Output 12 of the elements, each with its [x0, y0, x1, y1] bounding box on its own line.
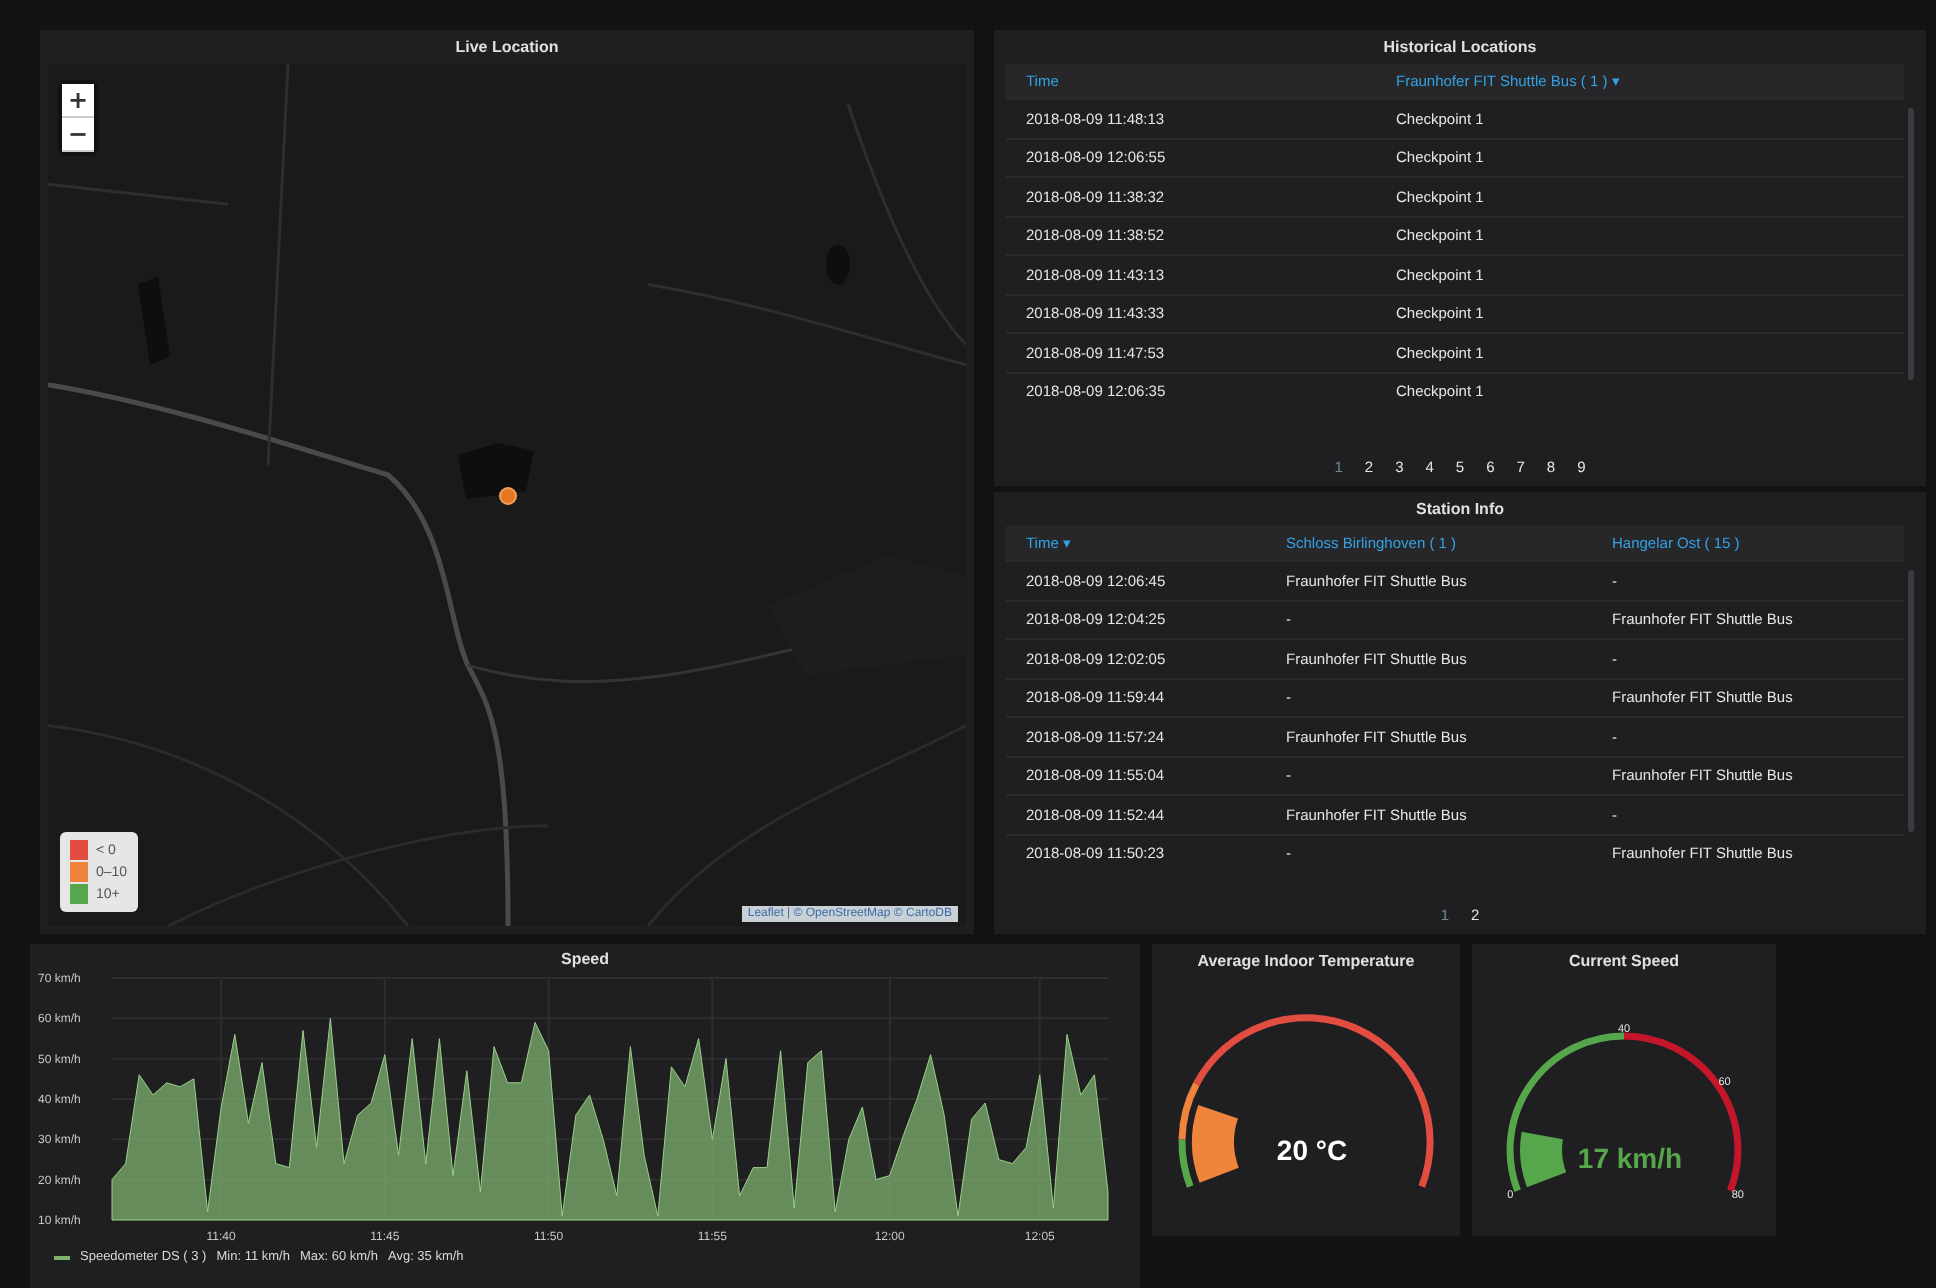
- panel-title: Historical Locations: [1383, 36, 1537, 60]
- panel-title: Speed: [560, 948, 609, 970]
- panel-title: Average Indoor Temperature: [1197, 950, 1415, 974]
- panel-title: Current Speed: [1568, 950, 1680, 974]
- panel-title: Station Info: [1416, 498, 1504, 522]
- panel-title: Live Location: [455, 36, 559, 60]
- map-marker-icon: [498, 486, 518, 506]
- gauge-value: 17 km/h: [1577, 1142, 1683, 1174]
- gauge-value: 20 °C: [1276, 1134, 1348, 1166]
- gauge-fill: [1520, 1131, 1567, 1188]
- gauge-fill: [1192, 1105, 1239, 1183]
- zoom-button[interactable]: +: [62, 84, 94, 118]
